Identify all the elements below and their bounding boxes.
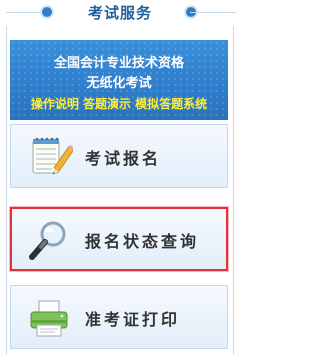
menu-item-label: 准考证打印 — [85, 310, 181, 329]
menu-item-exam-registration[interactable]: 考试报名 — [10, 124, 228, 188]
header-line-right — [190, 12, 236, 13]
banner-title-line1: 全国会计专业技术资格 — [53, 56, 184, 71]
paperless-exam-banner[interactable]: 全国会计专业技术资格 无纸化考试 操作说明 答题演示 模拟答题系统 — [10, 40, 228, 120]
menu-item-label: 考试报名 — [85, 149, 162, 168]
magnifier-icon — [29, 221, 66, 260]
menu-item-registration-status-query[interactable]: 报名状态查询 — [10, 207, 228, 271]
section-header: 考试服务 — [0, 0, 240, 26]
banner-links[interactable]: 操作说明 答题演示 模拟答题系统 — [10, 95, 228, 112]
menu-item-admission-ticket-print[interactable]: 准考证打印 — [10, 285, 228, 349]
printer-icon — [30, 300, 68, 337]
menu-item-label: 报名状态查询 — [85, 232, 200, 251]
notepad-pencil-icon — [32, 137, 73, 175]
banner-title-line2: 无纸化考试 — [86, 76, 152, 91]
